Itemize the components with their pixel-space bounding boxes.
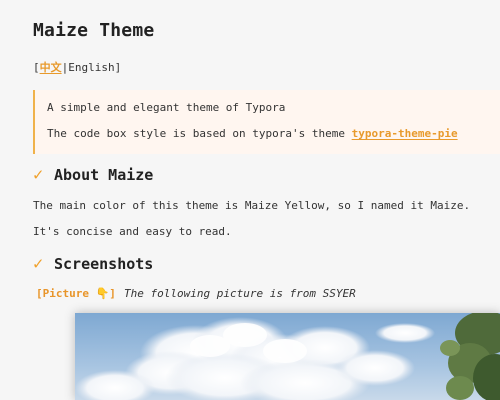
language-switcher: [中文|English] (33, 59, 121, 75)
about-heading-text: About Maize (54, 166, 154, 184)
quote-line-2: The code box style is based on typora's … (47, 127, 458, 140)
about-paragraph-1: The main color of this theme is Maize Ye… (33, 199, 471, 212)
picture-caption: The following picture is from SSYER (124, 287, 356, 300)
intro-blockquote: A simple and elegant theme of Typora The… (33, 90, 500, 154)
screenshots-heading: ✓ Screenshots (33, 254, 153, 274)
page-title: Maize Theme (33, 20, 155, 41)
lang-link-chinese[interactable]: 中文 (40, 61, 62, 74)
lang-bracket-open: [ (33, 61, 40, 74)
lang-bracket-close: ] (114, 61, 122, 74)
picture-tag: [Picture 👇] (36, 287, 116, 300)
typora-theme-pie-link[interactable]: typora-theme-pie (352, 127, 458, 140)
document: Maize Theme [中文|English] A simple and el… (0, 0, 500, 400)
lang-english-label: English (68, 61, 115, 74)
about-heading: ✓ About Maize (33, 165, 153, 185)
check-icon: ✓ (33, 165, 44, 185)
check-icon: ✓ (33, 254, 44, 274)
quote-line-2-text: The code box style is based on typora's … (47, 127, 352, 140)
quote-line-1: A simple and elegant theme of Typora (47, 101, 286, 114)
screenshots-heading-text: Screenshots (54, 255, 154, 273)
about-paragraph-2: It's concise and easy to read. (33, 225, 232, 238)
sky-photo (75, 313, 500, 400)
